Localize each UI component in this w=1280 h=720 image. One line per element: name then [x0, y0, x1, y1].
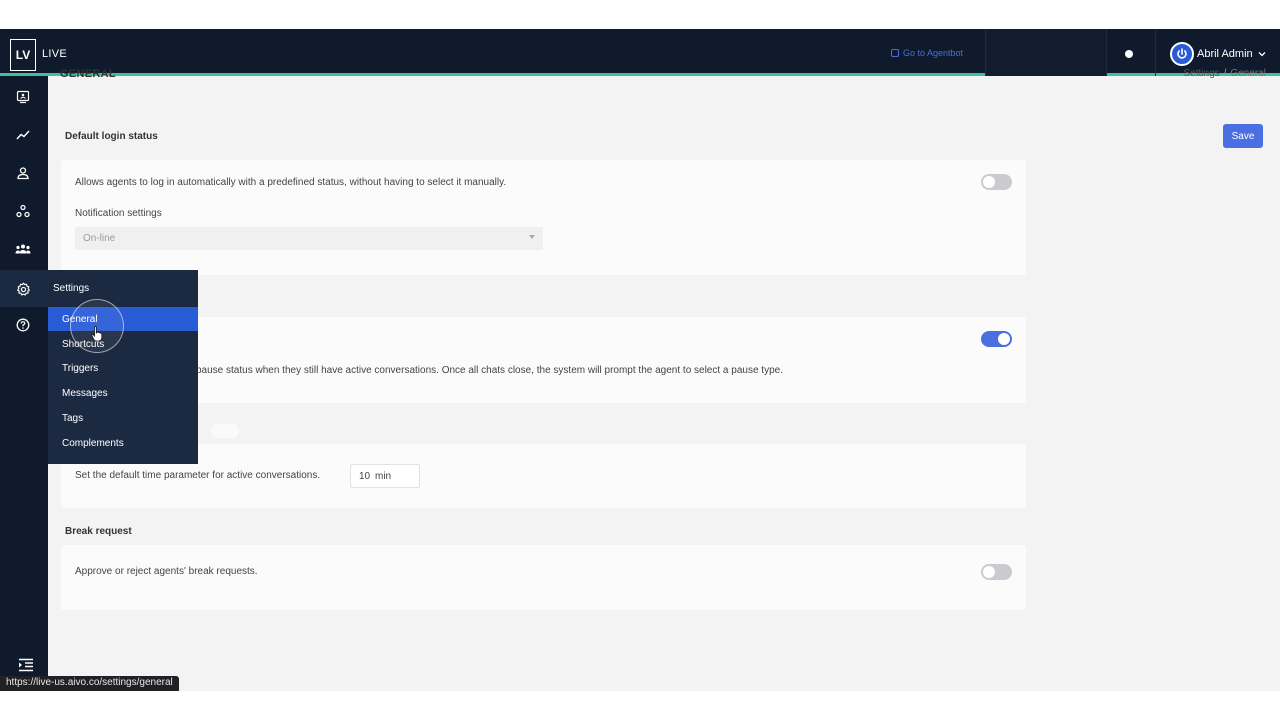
info-badge — [211, 424, 239, 438]
gear-icon-wrap — [14, 280, 32, 298]
chevron-down-icon — [529, 235, 535, 239]
agentbot-icon — [891, 49, 899, 57]
sidebar-item-monitor[interactable] — [14, 88, 32, 106]
toggle-knob — [998, 333, 1010, 345]
notification-status-select[interactable]: On-line — [75, 227, 543, 250]
section-title-break: Break request — [65, 526, 132, 537]
window-bottom-margin — [0, 691, 1280, 720]
login-status-description: Allows agents to log in automatically wi… — [75, 177, 507, 188]
login-status-card: Allows agents to log in automatically wi… — [61, 160, 1026, 275]
app-logo[interactable]: LV — [10, 39, 36, 71]
section-title-login: Default login status — [65, 131, 158, 142]
status-indicator[interactable] — [1125, 50, 1133, 58]
page-title: GENERAL — [60, 68, 116, 80]
user-icon — [17, 167, 29, 180]
chevron-down-icon — [1258, 52, 1266, 57]
sidebar-item-teams[interactable] — [14, 240, 32, 258]
toggle-knob — [983, 566, 995, 578]
time-value: 10 — [359, 471, 371, 482]
break-request-card: Approve or reject agents' break requests… — [61, 545, 1026, 610]
agentbot-link-label: Go to Agentbot — [903, 48, 964, 58]
pause-status-card: pause status when they still have active… — [61, 317, 1026, 403]
pause-status-description: pause status when they still have active… — [196, 365, 783, 376]
time-parameter-card: Set the default time parameter for activ… — [61, 444, 1026, 508]
team-icon — [15, 244, 31, 254]
app-name: LIVE — [42, 48, 68, 60]
app-window: LV LIVE Go to Agentbot Abril Admin GENER… — [0, 29, 1280, 691]
menu-item-shortcuts[interactable]: Shortcuts — [48, 332, 198, 356]
avatar[interactable] — [1170, 42, 1194, 66]
toggle-knob — [983, 176, 995, 188]
monitor-icon — [16, 90, 30, 104]
power-icon — [1177, 48, 1187, 59]
trend-icon — [16, 130, 30, 140]
header-slot — [985, 29, 1107, 76]
top-bar: LV LIVE Go to Agentbot Abril Admin — [0, 29, 1280, 76]
status-bar-url: https://live-us.aivo.co/settings/general — [0, 676, 179, 691]
pause-status-toggle[interactable] — [981, 331, 1012, 347]
select-value: On-line — [83, 233, 116, 244]
menu-item-messages[interactable]: Messages — [48, 381, 198, 405]
user-menu[interactable]: Abril Admin — [1197, 48, 1266, 60]
network-icon — [16, 204, 30, 218]
breadcrumb: Settings / General — [1184, 68, 1267, 79]
hand-cursor-icon — [91, 326, 103, 342]
sidebar-item-network[interactable] — [14, 202, 32, 220]
time-unit: min — [375, 471, 392, 482]
go-to-agentbot-link[interactable]: Go to Agentbot — [891, 48, 963, 58]
header-divider — [1155, 29, 1156, 76]
login-status-toggle[interactable] — [981, 174, 1012, 190]
collapse-menu-button[interactable] — [18, 658, 34, 677]
collapse-menu-icon — [19, 658, 33, 672]
notification-settings-label: Notification settings — [75, 208, 162, 219]
breadcrumb-separator: / — [1223, 68, 1227, 79]
gear-icon — [16, 282, 30, 295]
breadcrumb-settings[interactable]: Settings — [1184, 68, 1220, 79]
menu-item-complements[interactable]: Complements — [48, 431, 198, 455]
settings-menu-title: Settings — [53, 283, 90, 294]
break-request-toggle[interactable] — [981, 564, 1012, 580]
time-parameter-description: Set the default time parameter for activ… — [75, 470, 321, 481]
breadcrumb-current: General — [1230, 68, 1266, 79]
time-minutes-input[interactable]: 10 min — [350, 464, 420, 488]
save-button[interactable]: Save — [1223, 124, 1263, 148]
user-name: Abril Admin — [1197, 48, 1253, 60]
sidebar-item-users[interactable] — [14, 164, 32, 182]
sidebar-item-stats[interactable] — [14, 126, 32, 144]
break-request-description: Approve or reject agents' break requests… — [75, 566, 258, 577]
menu-item-triggers[interactable]: Triggers — [48, 356, 198, 380]
menu-item-tags[interactable]: Tags — [48, 406, 198, 430]
